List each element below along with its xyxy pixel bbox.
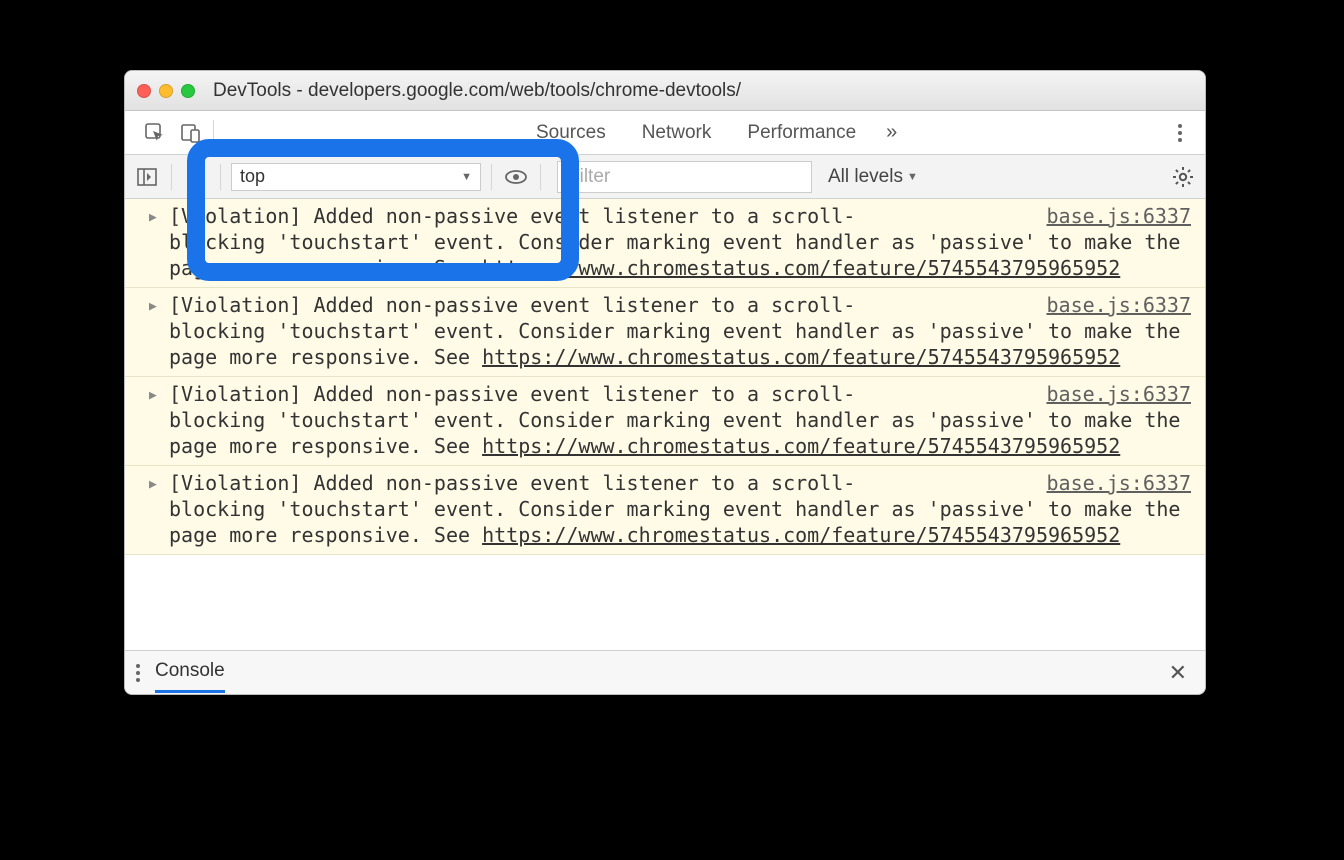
console-messages: ▶ base.js:6337 [Violation] Added non-pas… [125, 199, 1205, 650]
console-message[interactable]: ▶ base.js:6337 [Violation] Added non-pas… [125, 288, 1205, 377]
drawer: Console ✕ [125, 650, 1205, 694]
filter-input[interactable]: Filter [557, 161, 812, 193]
tab-performance[interactable]: Performance [729, 111, 874, 154]
divider [540, 164, 541, 190]
message-link[interactable]: https://www.chromestatus.com/feature/574… [482, 523, 1120, 547]
chevron-down-icon: ▼ [907, 171, 918, 183]
message-text: [Violation] Added non-passive event list… [169, 204, 855, 228]
message-text: [Violation] Added non-passive event list… [169, 293, 855, 317]
message-source-link[interactable]: base.js:6337 [1047, 292, 1192, 318]
tabs-overflow[interactable]: » [874, 121, 909, 144]
message-link[interactable]: https://www.chromestatus.com/feature/574… [482, 434, 1120, 458]
expand-caret-icon[interactable]: ▶ [149, 472, 157, 498]
log-levels-dropdown[interactable]: All levels ▼ [828, 166, 918, 188]
message-source-link[interactable]: base.js:6337 [1047, 203, 1192, 229]
inspect-element-icon[interactable] [137, 123, 173, 143]
context-value: top [240, 166, 265, 187]
console-message[interactable]: ▶ base.js:6337 [Violation] Added non-pas… [125, 199, 1205, 288]
device-toolbar-icon[interactable] [173, 123, 209, 143]
filter-placeholder: Filter [568, 166, 610, 188]
levels-label: All levels [828, 166, 903, 188]
expand-caret-icon[interactable]: ▶ [149, 205, 157, 231]
drawer-menu-icon[interactable] [135, 663, 141, 683]
divider [213, 120, 214, 146]
message-source-link[interactable]: base.js:6337 [1047, 381, 1192, 407]
close-drawer-icon[interactable]: ✕ [1161, 660, 1195, 686]
titlebar: DevTools - developers.google.com/web/too… [125, 71, 1205, 111]
expand-caret-icon[interactable]: ▶ [149, 294, 157, 320]
clear-console-icon[interactable] [182, 163, 210, 191]
divider [220, 164, 221, 190]
message-text: [Violation] Added non-passive event list… [169, 471, 855, 495]
context-dropdown[interactable]: top ▼ [231, 163, 481, 191]
main-tabs: Sources Network Performance » [125, 111, 1205, 155]
message-source-link[interactable]: base.js:6337 [1047, 470, 1192, 496]
divider [491, 164, 492, 190]
divider [171, 164, 172, 190]
window-title: DevTools - developers.google.com/web/too… [213, 80, 1193, 102]
more-options-icon[interactable] [1167, 123, 1193, 143]
console-message[interactable]: ▶ base.js:6337 [Violation] Added non-pas… [125, 377, 1205, 466]
close-window-button[interactable] [137, 84, 151, 98]
settings-icon[interactable] [1169, 163, 1197, 191]
message-text: [Violation] Added non-passive event list… [169, 382, 855, 406]
live-expression-icon[interactable] [502, 163, 530, 191]
tab-sources[interactable]: Sources [518, 111, 624, 154]
chevron-down-icon: ▼ [461, 171, 472, 183]
message-link[interactable]: https://www.chromestatus.com/feature/574… [482, 256, 1120, 280]
message-link[interactable]: https://www.chromestatus.com/feature/574… [482, 345, 1120, 369]
devtools-window: DevTools - developers.google.com/web/too… [124, 70, 1206, 695]
toggle-sidebar-icon[interactable] [133, 163, 161, 191]
tab-network[interactable]: Network [624, 111, 730, 154]
traffic-lights [137, 84, 195, 98]
minimize-window-button[interactable] [159, 84, 173, 98]
expand-caret-icon[interactable]: ▶ [149, 383, 157, 409]
drawer-tab-console[interactable]: Console [155, 652, 225, 693]
zoom-window-button[interactable] [181, 84, 195, 98]
console-message[interactable]: ▶ base.js:6337 [Violation] Added non-pas… [125, 466, 1205, 555]
console-toolbar: top ▼ Filter All levels ▼ [125, 155, 1205, 199]
